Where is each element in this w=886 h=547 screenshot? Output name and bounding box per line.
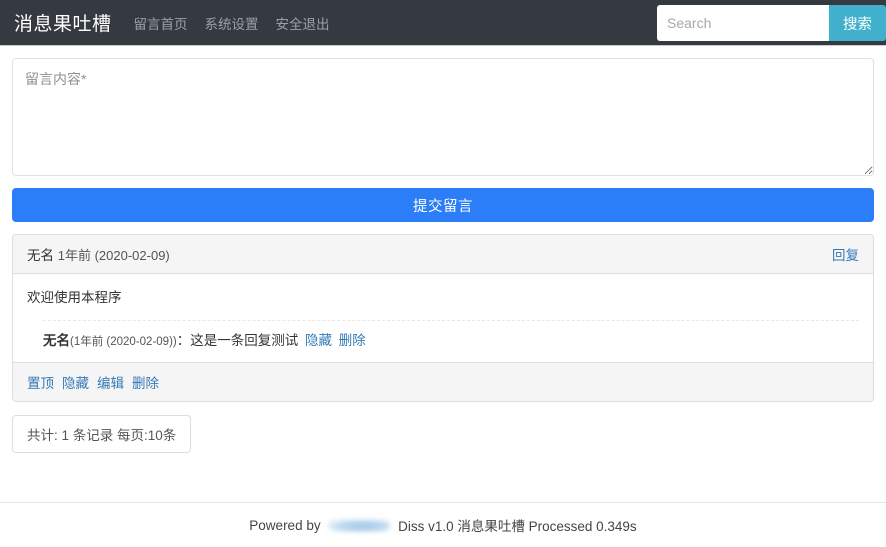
- redacted-brand-icon: [328, 518, 391, 532]
- reply-author: 无名: [43, 333, 70, 349]
- nav-link-logout[interactable]: 安全退出: [276, 13, 330, 33]
- search-form: 搜索: [657, 5, 886, 41]
- post-heading-left: 无名 1年前 (2020-02-09): [27, 244, 170, 264]
- post-edit-link[interactable]: 编辑: [97, 372, 124, 392]
- nav-links: 留言首页 系统设置 安全退出: [134, 13, 330, 33]
- post-delete-link[interactable]: 删除: [132, 372, 159, 392]
- reply-delete-link[interactable]: 删除: [339, 333, 366, 348]
- reply-list: 无名(1年前 (2020-02-09))：这是一条回复测试 隐藏 删除: [27, 320, 859, 352]
- top-navbar: 消息果吐槽 留言首页 系统设置 安全退出 搜索: [0, 0, 886, 46]
- post-author: 无名: [27, 248, 54, 263]
- reply-hide-link[interactable]: 隐藏: [305, 333, 332, 348]
- main-container: 提交留言 无名 1年前 (2020-02-09) 回复 欢迎使用本程序 无名(1…: [0, 46, 886, 453]
- message-textarea[interactable]: [12, 58, 874, 176]
- post-hide-link[interactable]: 隐藏: [62, 372, 89, 392]
- reply-text: 这是一条回复测试: [190, 333, 299, 349]
- post-reply-link[interactable]: 回复: [832, 244, 859, 264]
- record-summary-box: 共计: 1 条记录 每页:10条: [12, 414, 192, 453]
- brand-title[interactable]: 消息果吐槽: [14, 9, 112, 36]
- reply-separator-colon: ：: [176, 333, 191, 349]
- page-footer: Powered by Diss v1.0 消息果吐槽 Processed 0.3…: [0, 502, 886, 547]
- search-input[interactable]: [657, 5, 829, 41]
- reply-item: 无名(1年前 (2020-02-09))：这是一条回复测试 隐藏 删除: [43, 330, 859, 352]
- submit-message-button[interactable]: 提交留言: [12, 188, 874, 222]
- reply-separator: [43, 320, 859, 322]
- footer-suffix: Diss v1.0 消息果吐槽 Processed 0.349s: [394, 519, 637, 534]
- post-panel-footer: 置顶 隐藏 编辑 删除: [13, 361, 873, 401]
- reply-timestamp: (1年前 (2020-02-09)): [70, 336, 177, 349]
- search-button[interactable]: 搜索: [829, 5, 886, 41]
- post-timestamp: 1年前 (2020-02-09): [57, 248, 170, 263]
- nav-link-settings[interactable]: 系统设置: [205, 13, 259, 33]
- reply-actions: 隐藏 删除: [298, 333, 366, 348]
- post-panel-body: 欢迎使用本程序 无名(1年前 (2020-02-09))：这是一条回复测试 隐藏…: [13, 274, 873, 362]
- post-panel-heading: 无名 1年前 (2020-02-09) 回复: [13, 235, 873, 274]
- footer-prefix: Powered by: [249, 517, 325, 533]
- post-body-text: 欢迎使用本程序: [27, 290, 122, 305]
- post-top-link[interactable]: 置顶: [27, 372, 54, 392]
- post-panel: 无名 1年前 (2020-02-09) 回复 欢迎使用本程序 无名(1年前 (2…: [12, 234, 874, 402]
- nav-link-home[interactable]: 留言首页: [134, 13, 188, 33]
